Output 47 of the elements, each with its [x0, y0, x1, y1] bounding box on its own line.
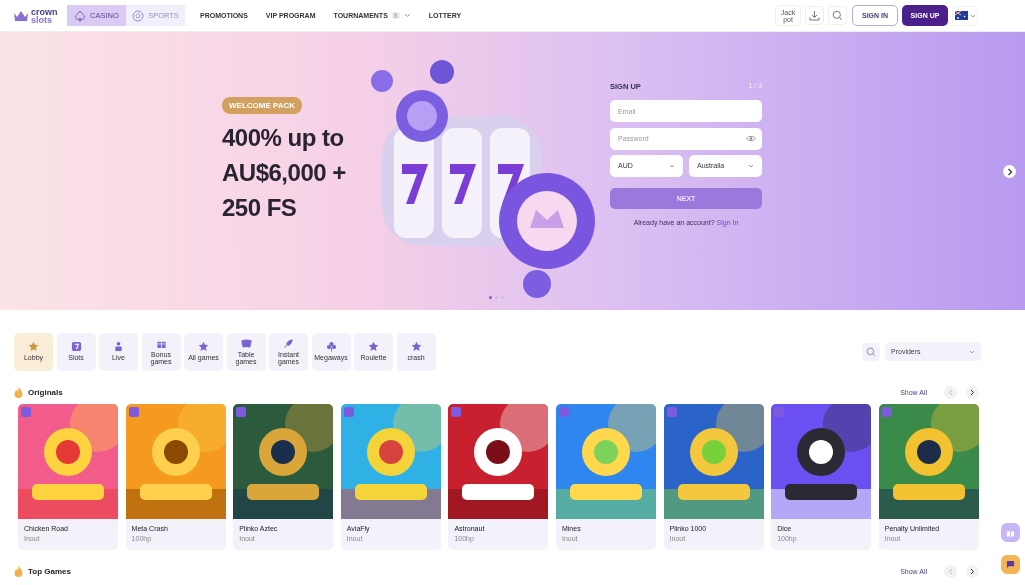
chat-icon	[1006, 560, 1015, 569]
previous-button[interactable]	[944, 564, 957, 578]
flame-icon	[14, 565, 23, 577]
chevron-down-icon	[969, 349, 975, 354]
chevron-down-icon	[748, 163, 754, 168]
previous-button[interactable]	[944, 385, 957, 399]
chevron-left-icon	[948, 567, 953, 575]
logo-text: slots	[31, 15, 53, 24]
ball-icon	[132, 9, 145, 22]
next-slide-button[interactable]	[1003, 165, 1016, 178]
section-title: Top Games	[28, 566, 71, 576]
search-button[interactable]	[828, 6, 847, 25]
section-title: Originals	[28, 387, 63, 397]
star-icon	[28, 341, 39, 353]
chevron-left-icon	[948, 388, 953, 396]
next-button[interactable]	[966, 564, 979, 578]
slide-dot[interactable]	[489, 296, 492, 299]
chat-button[interactable]	[1001, 555, 1020, 574]
star-icon	[198, 341, 209, 353]
star-icon	[410, 341, 422, 353]
chevron-right-icon	[970, 388, 975, 396]
search-icon	[865, 346, 876, 357]
welcome-badge: WELCOME PACK	[222, 97, 303, 114]
star-icon	[368, 341, 379, 353]
language-button[interactable]	[952, 5, 978, 26]
chevron-down-icon	[969, 13, 976, 18]
promo-headline: 400% up to AU$6,000 + 250 FS	[222, 123, 346, 223]
search-icon	[832, 10, 843, 21]
spade-icon	[74, 9, 87, 22]
crown-icon	[13, 9, 29, 22]
gift-button[interactable]	[1001, 523, 1020, 542]
flame-icon	[14, 386, 23, 398]
eye-icon[interactable]	[746, 134, 756, 142]
flag-icon	[954, 11, 968, 20]
person-icon	[113, 341, 124, 353]
download-button[interactable]	[805, 6, 824, 25]
chevron-down-icon	[669, 163, 675, 168]
next-button[interactable]	[966, 385, 979, 399]
logo-text: crown	[31, 7, 58, 16]
search-button[interactable]	[861, 342, 880, 361]
chevron-right-icon	[970, 567, 975, 575]
slot-seven-icon	[70, 341, 82, 353]
chevron-right-icon	[1006, 167, 1013, 176]
chevron-down-icon[interactable]	[403, 13, 411, 18]
download-icon	[809, 10, 820, 21]
crown-slots-logo[interactable]: crown slots	[13, 7, 67, 24]
clover-icon	[325, 341, 337, 353]
